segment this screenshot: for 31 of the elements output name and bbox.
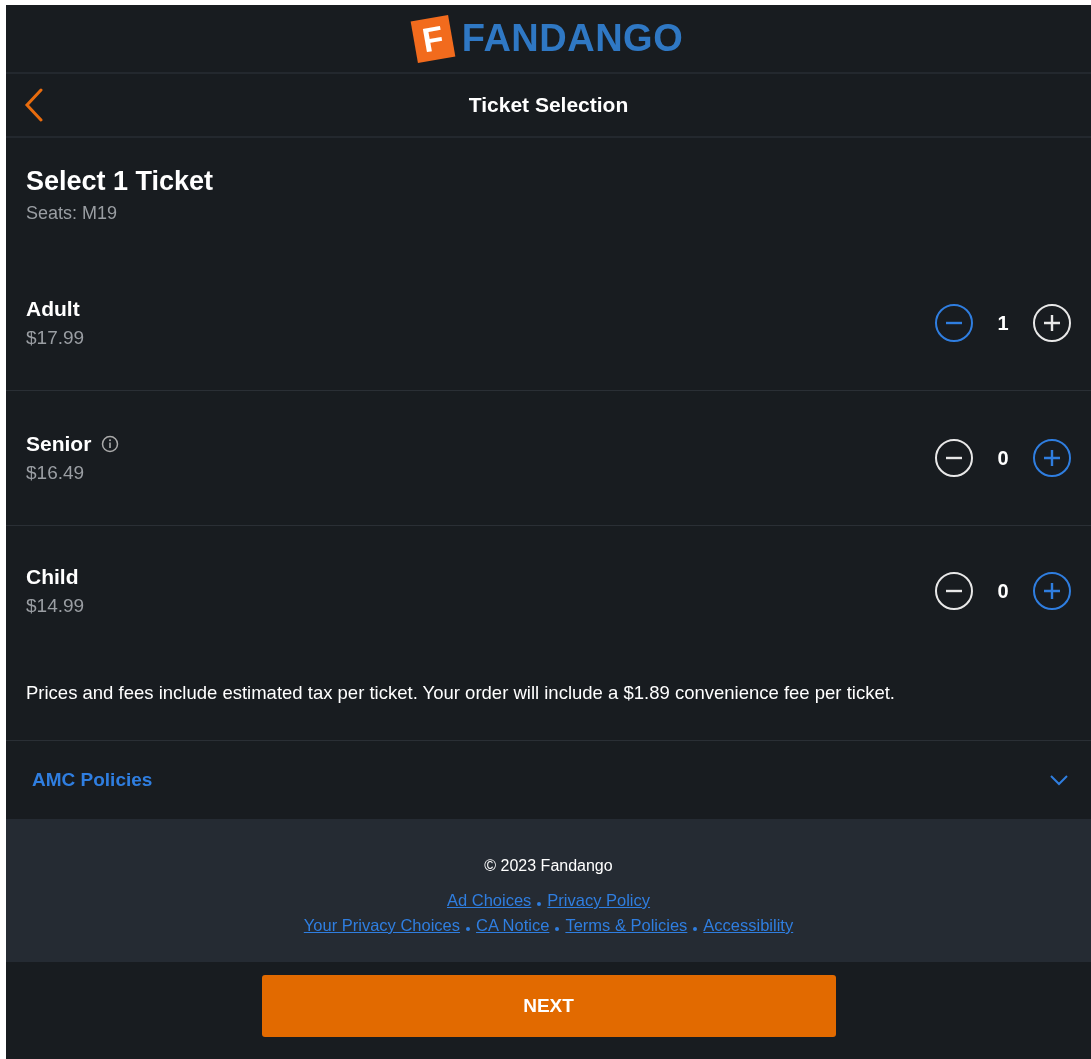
- footer-link[interactable]: Accessibility: [703, 916, 794, 935]
- separator-dot: [693, 926, 698, 931]
- footer-link[interactable]: Your Privacy Choices: [303, 916, 460, 935]
- ticket-count: 0: [996, 446, 1010, 470]
- policies-toggle[interactable]: AMC Policies: [6, 741, 1091, 819]
- separator-dot: [537, 901, 542, 906]
- ticket-price: $17.99: [26, 327, 85, 349]
- ticket-price: $16.49: [26, 462, 86, 484]
- copyright-text: © 2023 Fandango: [484, 857, 613, 875]
- next-button[interactable]: NEXT: [261, 975, 836, 1037]
- logo-mark: F: [410, 14, 456, 63]
- page-title: Ticket Selection: [468, 93, 629, 117]
- footer-link[interactable]: Ad Choices: [446, 891, 532, 910]
- fee-note: Prices and fees include estimated tax per ticket. Your order will include a $1.89 convenience fee per ticket.: [6, 656, 1091, 741]
- ticket-count: 0: [996, 579, 1010, 603]
- ticket-count: 1: [996, 311, 1010, 335]
- seats-label: Seats: M19: [26, 203, 119, 224]
- separator-dot: [555, 926, 560, 931]
- section-title: Select 1 Ticket: [26, 166, 215, 197]
- ticket-type: Senior: [26, 432, 92, 456]
- ticket-price: $14.99: [26, 595, 85, 617]
- ticket-type: Child: [26, 565, 79, 589]
- chevron-icon: [1049, 774, 1069, 786]
- separator-dot: [466, 926, 470, 931]
- logo-wordmark: FANDANGO: [461, 17, 684, 60]
- info-icon[interactable]: [101, 435, 120, 453]
- back-chevron-icon: [24, 88, 44, 122]
- footer-link[interactable]: Privacy Policy: [547, 891, 651, 910]
- ticket-type: Adult: [26, 297, 80, 321]
- footer-link[interactable]: CA Notice: [476, 916, 550, 935]
- footer-link[interactable]: Terms & Policies: [565, 916, 688, 935]
